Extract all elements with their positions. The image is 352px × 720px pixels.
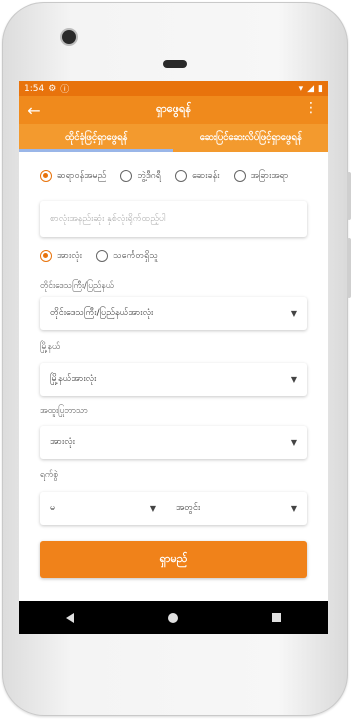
township-value: မြို့နယ်အားလုံး [50,374,97,384]
battery-icon: ▮ [318,83,323,94]
nav-home-icon[interactable] [168,612,178,623]
day-dropdown[interactable]: မ ▼ [40,502,166,515]
android-nav-bar [19,601,328,634]
tab-indicator [19,149,173,152]
time-value: အတွင်း [176,503,201,513]
date-row: မ ▼ အတွင်း ▼ [40,492,307,525]
specialty-label: အထူးပြုဘာသာ [40,406,88,416]
dropdown-arrow-icon: ▼ [290,504,297,513]
signal-icon: ◢ [307,83,315,94]
scope-label: အားလုံး [57,250,82,261]
radio-unselected-icon [233,170,246,182]
radio-unselected-icon [175,170,188,182]
back-arrow-icon[interactable]: ← [19,101,49,120]
date-label: ရက်စွဲ [40,470,58,480]
state-region-dropdown[interactable]: တိုင်းဒေသကြီး/ပြည်နယ်အားလုံး ▼ [40,297,307,330]
scope-option-marked[interactable]: သင်္ကေတရှိသူ [95,250,159,263]
tab-bar: ထိုင်ခုံဖြင့်ရှာဖွေရန် ဆေးပြင်ဆေးလိပ်ဖြင… [19,124,328,152]
page-title: ရှာဖွေရန် [155,102,192,115]
search-type-label: အခြားအရာ [250,170,289,181]
search-type-option-other[interactable]: အခြားအရာ [233,170,289,183]
state-region-value: တိုင်းဒေသကြီး/ပြည်နယ်အားလုံး [50,308,154,318]
search-type-label: ဆရာဝန်အမည် [57,170,107,181]
search-type-label: ဆေးခန်း [192,170,220,181]
day-value: မ [50,503,56,513]
state-region-label: တိုင်းဒေသကြီး/ပြည်နယ် [40,281,114,291]
time-dropdown[interactable]: အတွင်း ▼ [166,502,307,515]
wifi-icon: ▾ [298,83,304,94]
specialty-value: အားလုံး [50,437,75,447]
volume-button [347,238,351,298]
earpiece-speaker [163,60,187,68]
app-bar: ← ရှာဖွေရန် ⋮ [19,96,328,124]
radio-selected-icon [40,170,52,182]
radio-unselected-icon [95,250,108,262]
scope-option-all[interactable]: အားလုံး [40,250,82,263]
status-bar: 1:54 ⚙ ⓘ ▾ ◢ ▮ [19,81,328,96]
township-label: မြို့နယ် [40,342,61,352]
search-button[interactable]: ရှာမည် [40,541,307,578]
specialty-dropdown[interactable]: အားလုံး ▼ [40,426,307,459]
scope-group: အားလုံး သင်္ကေတရှိသူ [19,241,172,271]
dropdown-arrow-icon: ▼ [290,438,297,447]
info-icon: ⓘ [60,85,70,95]
power-button [347,172,351,220]
search-type-option-clinic[interactable]: ဆေးခန်း [175,170,220,183]
search-input[interactable]: စာလုံးအနည်းဆုံး နှစ်လုံးရိုက်ထည့်ပါ [40,201,307,237]
radio-selected-icon [40,250,52,262]
search-type-option-doctor[interactable]: ဆရာဝန်အမည် [40,170,106,183]
search-type-label: ဘွဲ့ဒီဂရီ [137,170,162,181]
radio-unselected-icon [120,170,133,182]
dropdown-arrow-icon: ▼ [290,309,297,318]
front-camera [62,30,76,44]
nav-back-icon[interactable] [66,612,74,623]
dropdown-arrow-icon: ▼ [149,504,156,513]
township-dropdown[interactable]: မြို့နယ်အားလုံး ▼ [40,363,307,396]
nav-recent-icon[interactable] [272,613,281,622]
tab-by-seat[interactable]: ထိုင်ခုံဖြင့်ရှာဖွေရန် [19,124,174,152]
tab-by-cigarette[interactable]: ဆေးပြင်ဆေးလိပ်ဖြင့်ရှာဖွေရန် [174,124,329,152]
dropdown-arrow-icon: ▼ [290,375,297,384]
scope-label: သင်္ကေတရှိသူ [112,250,159,261]
status-time: 1:54 [24,83,45,94]
search-type-option-degree[interactable]: ဘွဲ့ဒီဂရီ [120,170,161,183]
gear-icon: ⚙ [48,83,57,94]
search-placeholder: စာလုံးအနည်းဆုံး နှစ်လုံးရိုက်ထည့်ပါ [50,213,166,224]
search-type-group: ဆရာဝန်အမည် ဘွဲ့ဒီဂရီ ဆေးခန်း အခြားအရာ [19,161,328,191]
more-options-icon[interactable]: ⋮ [304,100,318,116]
app-screen: 1:54 ⚙ ⓘ ▾ ◢ ▮ ← ရှာဖွေရန် ⋮ ထိုင်ခုံဖြင… [19,81,328,634]
